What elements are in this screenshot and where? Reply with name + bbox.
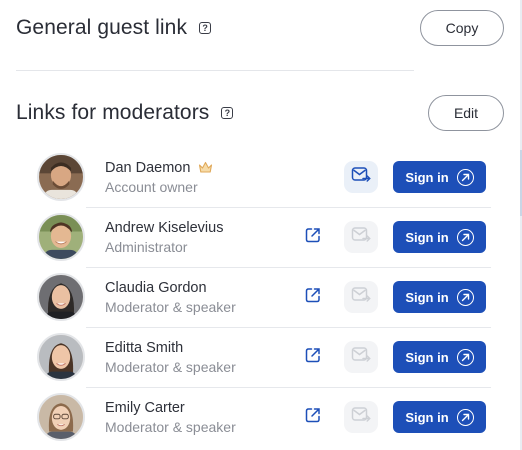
list-item: Dan Daemon Account owner Sign in [37, 147, 491, 207]
general-link-header: General guest link ? Copy [16, 10, 504, 46]
crown-icon [198, 161, 213, 174]
edit-link-button[interactable] [303, 287, 323, 307]
section-divider [16, 70, 414, 71]
person-name: Claudia Gordon [105, 279, 207, 296]
person-info: Emily Carter Moderator & speaker [105, 398, 285, 437]
edit-button[interactable]: Edit [428, 95, 504, 131]
avatar [37, 153, 85, 201]
person-name: Dan Daemon [105, 159, 191, 176]
avatar [37, 213, 85, 261]
list-item: Claudia Gordon Moderator & speaker Sign … [37, 267, 491, 327]
mail-forward-icon [351, 346, 371, 369]
sign-in-label: Sign in [405, 169, 449, 185]
edit-link-icon [304, 346, 322, 369]
person-info: Andrew Kiselevius Administrator [105, 218, 285, 257]
edit-link-button[interactable] [303, 407, 323, 427]
person-name: Editta Smith [105, 339, 184, 356]
person-info: Claudia Gordon Moderator & speaker [105, 278, 285, 317]
person-role: Administrator [105, 238, 188, 255]
help-icon[interactable]: ? [221, 107, 234, 119]
arrow-up-right-circle-icon [456, 348, 474, 366]
edit-link-icon [304, 286, 322, 309]
avatar [37, 273, 85, 321]
avatar [37, 393, 85, 441]
edit-link-icon [304, 226, 322, 249]
send-invite-button[interactable] [344, 341, 378, 373]
sign-in-label: Sign in [405, 229, 449, 245]
edit-link-button[interactable] [303, 347, 323, 367]
arrow-up-right-circle-icon [456, 168, 474, 186]
arrow-up-right-circle-icon [456, 408, 474, 426]
list-item: Andrew Kiselevius Administrator Sign in [37, 207, 491, 267]
mail-forward-icon [351, 406, 371, 429]
mail-forward-icon [351, 166, 371, 189]
person-role: Moderator & speaker [105, 358, 236, 375]
copy-button[interactable]: Copy [420, 10, 504, 46]
sign-in-label: Sign in [405, 409, 449, 425]
person-name: Andrew Kiselevius [105, 219, 224, 236]
send-invite-button[interactable] [344, 161, 378, 193]
person-role: Moderator & speaker [105, 298, 236, 315]
help-icon[interactable]: ? [199, 22, 212, 34]
edit-link-button[interactable] [303, 227, 323, 247]
sign-in-button[interactable]: Sign in [393, 221, 486, 253]
mail-forward-icon [351, 286, 371, 309]
sign-in-button[interactable]: Sign in [393, 341, 486, 373]
arrow-up-right-circle-icon [456, 288, 474, 306]
moderator-links-panel: General guest link ? Copy Links for mode… [0, 0, 522, 450]
person-role: Moderator & speaker [105, 418, 236, 435]
avatar [37, 333, 85, 381]
send-invite-button[interactable] [344, 281, 378, 313]
person-info: Dan Daemon Account owner [105, 158, 285, 197]
person-info: Editta Smith Moderator & speaker [105, 338, 285, 377]
send-invite-button[interactable] [344, 401, 378, 433]
moderators-title: Links for moderators [16, 101, 210, 124]
mail-forward-icon [351, 226, 371, 249]
sign-in-label: Sign in [405, 289, 449, 305]
list-item: Emily Carter Moderator & speaker Sign in [37, 387, 491, 447]
moderator-list: Dan Daemon Account owner Sign in Andrew … [37, 147, 491, 447]
list-item: Editta Smith Moderator & speaker Sign in [37, 327, 491, 387]
moderators-header: Links for moderators ? Edit [16, 95, 504, 131]
sign-in-button[interactable]: Sign in [393, 401, 486, 433]
edit-link-icon [304, 406, 322, 429]
sign-in-label: Sign in [405, 349, 449, 365]
sign-in-button[interactable]: Sign in [393, 161, 486, 193]
arrow-up-right-circle-icon [456, 228, 474, 246]
person-name: Emily Carter [105, 399, 185, 416]
sign-in-button[interactable]: Sign in [393, 281, 486, 313]
general-link-title: General guest link [16, 16, 188, 39]
person-role: Account owner [105, 178, 198, 195]
send-invite-button[interactable] [344, 221, 378, 253]
